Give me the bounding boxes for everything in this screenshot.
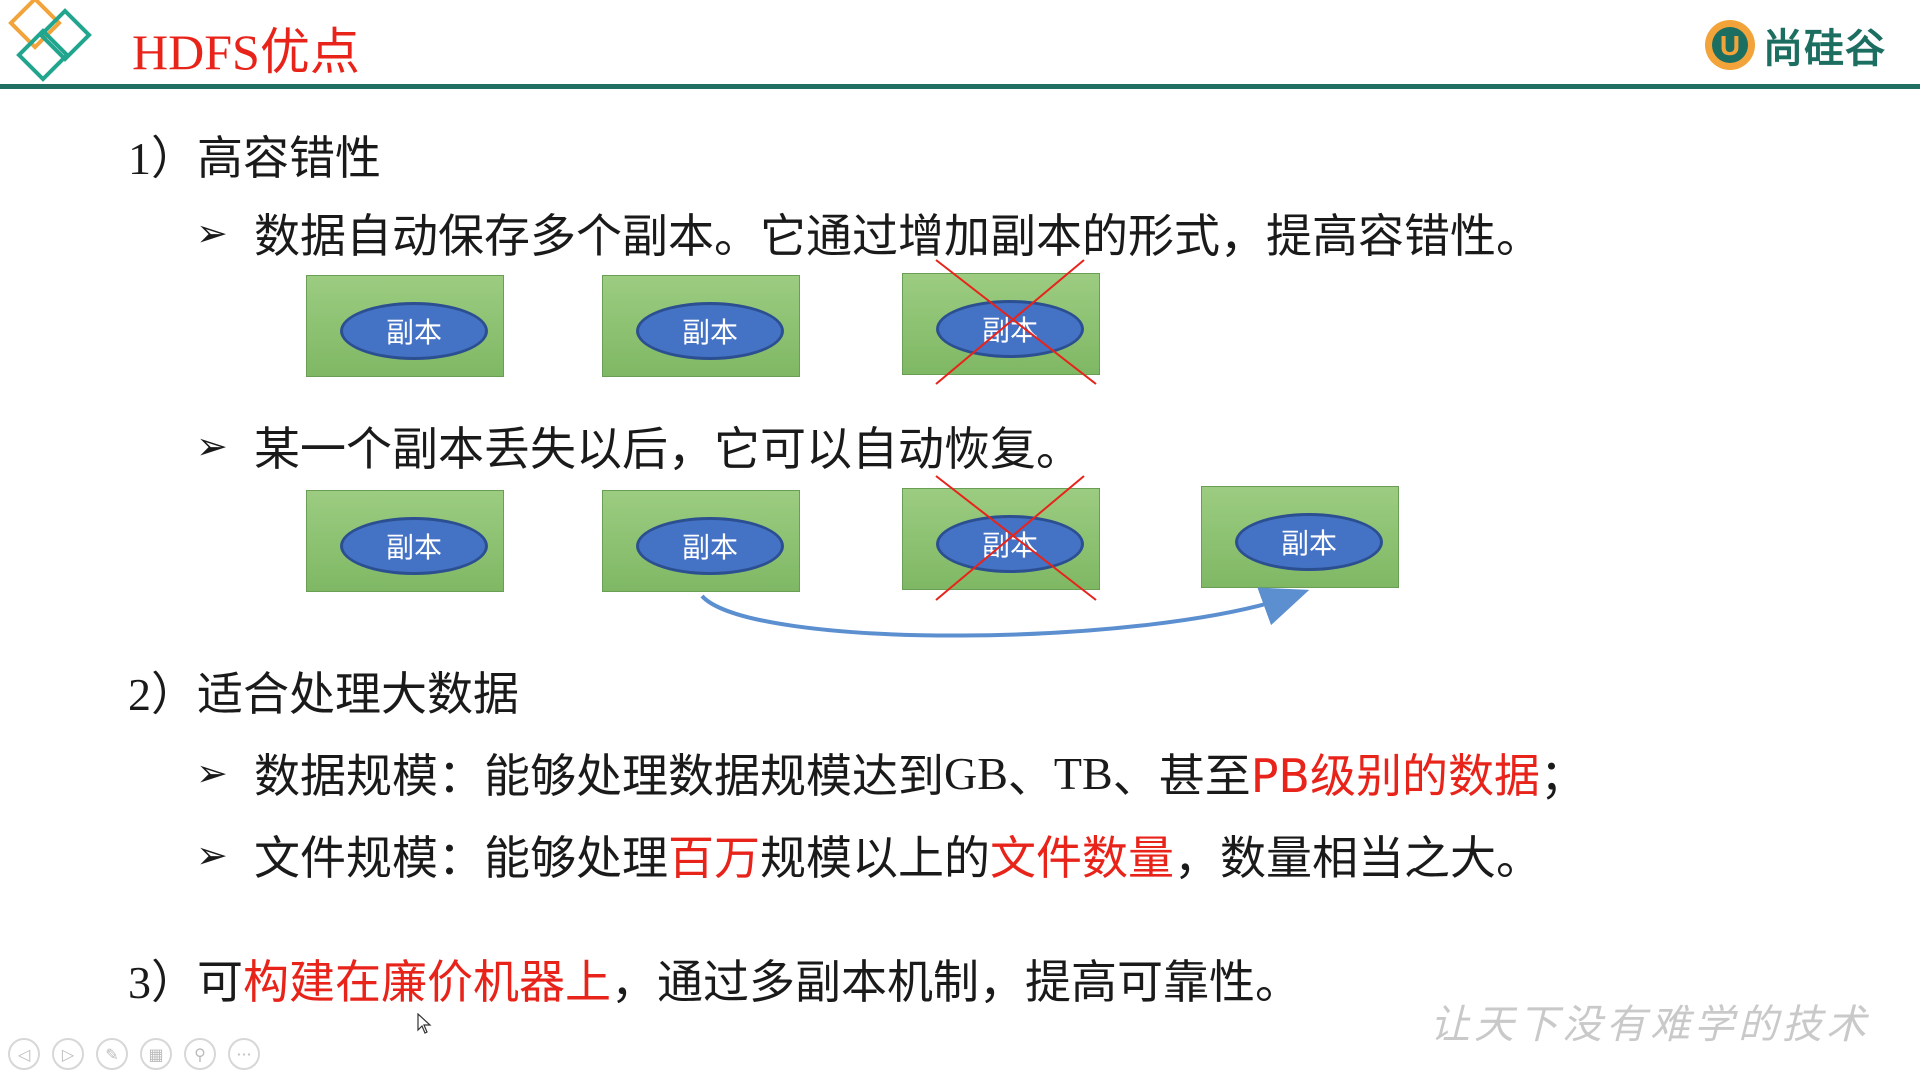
header-rule <box>0 84 1920 89</box>
bullet-text-part: 、 <box>1007 749 1054 803</box>
previous-icon[interactable]: ◁ <box>8 1038 40 1070</box>
bullet-text: 某一个副本丢失以后，它可以自动恢复。 <box>254 422 1082 476</box>
section-2-title: 适合处理大数据 <box>197 667 519 721</box>
replica-node: 副本 <box>306 275 504 377</box>
mouse-cursor-icon <box>417 1013 432 1034</box>
more-icon[interactable]: ··· <box>228 1038 260 1070</box>
bullet-arrow-icon: ➢ <box>196 751 228 795</box>
brand-name: 尚硅谷 <box>1763 26 1886 72</box>
u-brand-icon: U <box>1705 20 1755 70</box>
replica-oval: 副本 <box>636 517 784 575</box>
bullet-data-scale: ➢ 数据规模：能够处理数据规模达到 GB、 TB 、甚至 PB级别的数据； <box>196 740 1586 806</box>
section-3-text: 可 <box>197 955 243 1009</box>
slideshow-toolbar: ◁ ▷ ✎ ▦ ⚲ ··· <box>8 1038 260 1070</box>
highlight-text: 构建在廉价机器上 <box>243 955 611 1009</box>
replica-node: 副本 <box>602 275 800 377</box>
replica-oval: 副本 <box>340 302 488 360</box>
replica-oval: 副本 <box>936 300 1084 358</box>
bullet-replicas: ➢ 数据自动保存多个副本。它通过增加副本的形式，提高容错性。 <box>196 200 1542 266</box>
brand-logo: U 尚硅谷 <box>1703 16 1886 74</box>
bullet-arrow-icon: ➢ <box>196 211 228 255</box>
recovery-arrow-icon <box>700 587 1310 638</box>
bullet-text-part: 文件规模：能够处理 <box>254 831 668 885</box>
replica-node: 副本 <box>306 490 504 592</box>
bullet-text-part: 、甚至 <box>1112 749 1251 803</box>
pen-icon[interactable]: ✎ <box>96 1038 128 1070</box>
section-1-number: 1） <box>128 133 197 184</box>
bullet-file-scale: ➢ 文件规模：能够处理 百万 规模以上的 文件数量 ，数量相当之大。 <box>196 822 1542 888</box>
replica-node-lost: 副本 <box>902 488 1100 590</box>
section-3-line: 3）可构建在廉价机器上，通过多副本机制，提高可靠性。 <box>128 946 1301 1012</box>
slogan-watermark: 让天下没有难学的技术 <box>1430 1002 1870 1048</box>
next-icon[interactable]: ▷ <box>52 1038 84 1070</box>
highlight-text: 百万 <box>668 831 760 885</box>
bullet-text-part: ； <box>1539 749 1586 803</box>
section-3-text: ，通过多副本机制，提高可靠性。 <box>611 955 1301 1009</box>
bullet-text-part: ，数量相当之大。 <box>1174 831 1542 885</box>
zoom-icon[interactable]: ⚲ <box>184 1038 216 1070</box>
section-3-number: 3） <box>128 957 197 1008</box>
bullet-recovery: ➢ 某一个副本丢失以后，它可以自动恢复。 <box>196 413 1082 479</box>
replica-oval: 副本 <box>636 302 784 360</box>
section-2-number: 2） <box>128 669 197 720</box>
replica-node: 副本 <box>602 490 800 592</box>
replica-oval: 副本 <box>1235 513 1383 571</box>
highlight-text: 文件数量 <box>990 831 1174 885</box>
page-title: HDFS优点 <box>132 24 360 80</box>
bullet-text-part: GB <box>944 747 1008 799</box>
replica-node-recovered: 副本 <box>1201 486 1399 588</box>
diamond-logo-icon <box>0 0 100 90</box>
bullet-arrow-icon: ➢ <box>196 833 228 877</box>
replica-oval: 副本 <box>340 517 488 575</box>
slides-icon[interactable]: ▦ <box>140 1038 172 1070</box>
section-2-heading: 2）适合处理大数据 <box>128 658 519 724</box>
bullet-text: 数据自动保存多个副本。它通过增加副本的形式，提高容错性。 <box>254 209 1542 263</box>
section-1-title: 高容错性 <box>197 131 381 185</box>
replica-oval: 副本 <box>936 515 1084 573</box>
section-1-heading: 1）高容错性 <box>128 122 381 188</box>
bullet-text-part: 数据规模：能够处理数据规模达到 <box>254 749 944 803</box>
bullet-text-part: TB <box>1053 747 1113 799</box>
brand-mark: U <box>1720 30 1740 61</box>
highlight-text: PB级别的数据 <box>1250 749 1540 803</box>
replica-node-lost: 副本 <box>902 273 1100 375</box>
bullet-arrow-icon: ➢ <box>196 424 228 468</box>
bullet-text-part: 规模以上的 <box>760 831 990 885</box>
